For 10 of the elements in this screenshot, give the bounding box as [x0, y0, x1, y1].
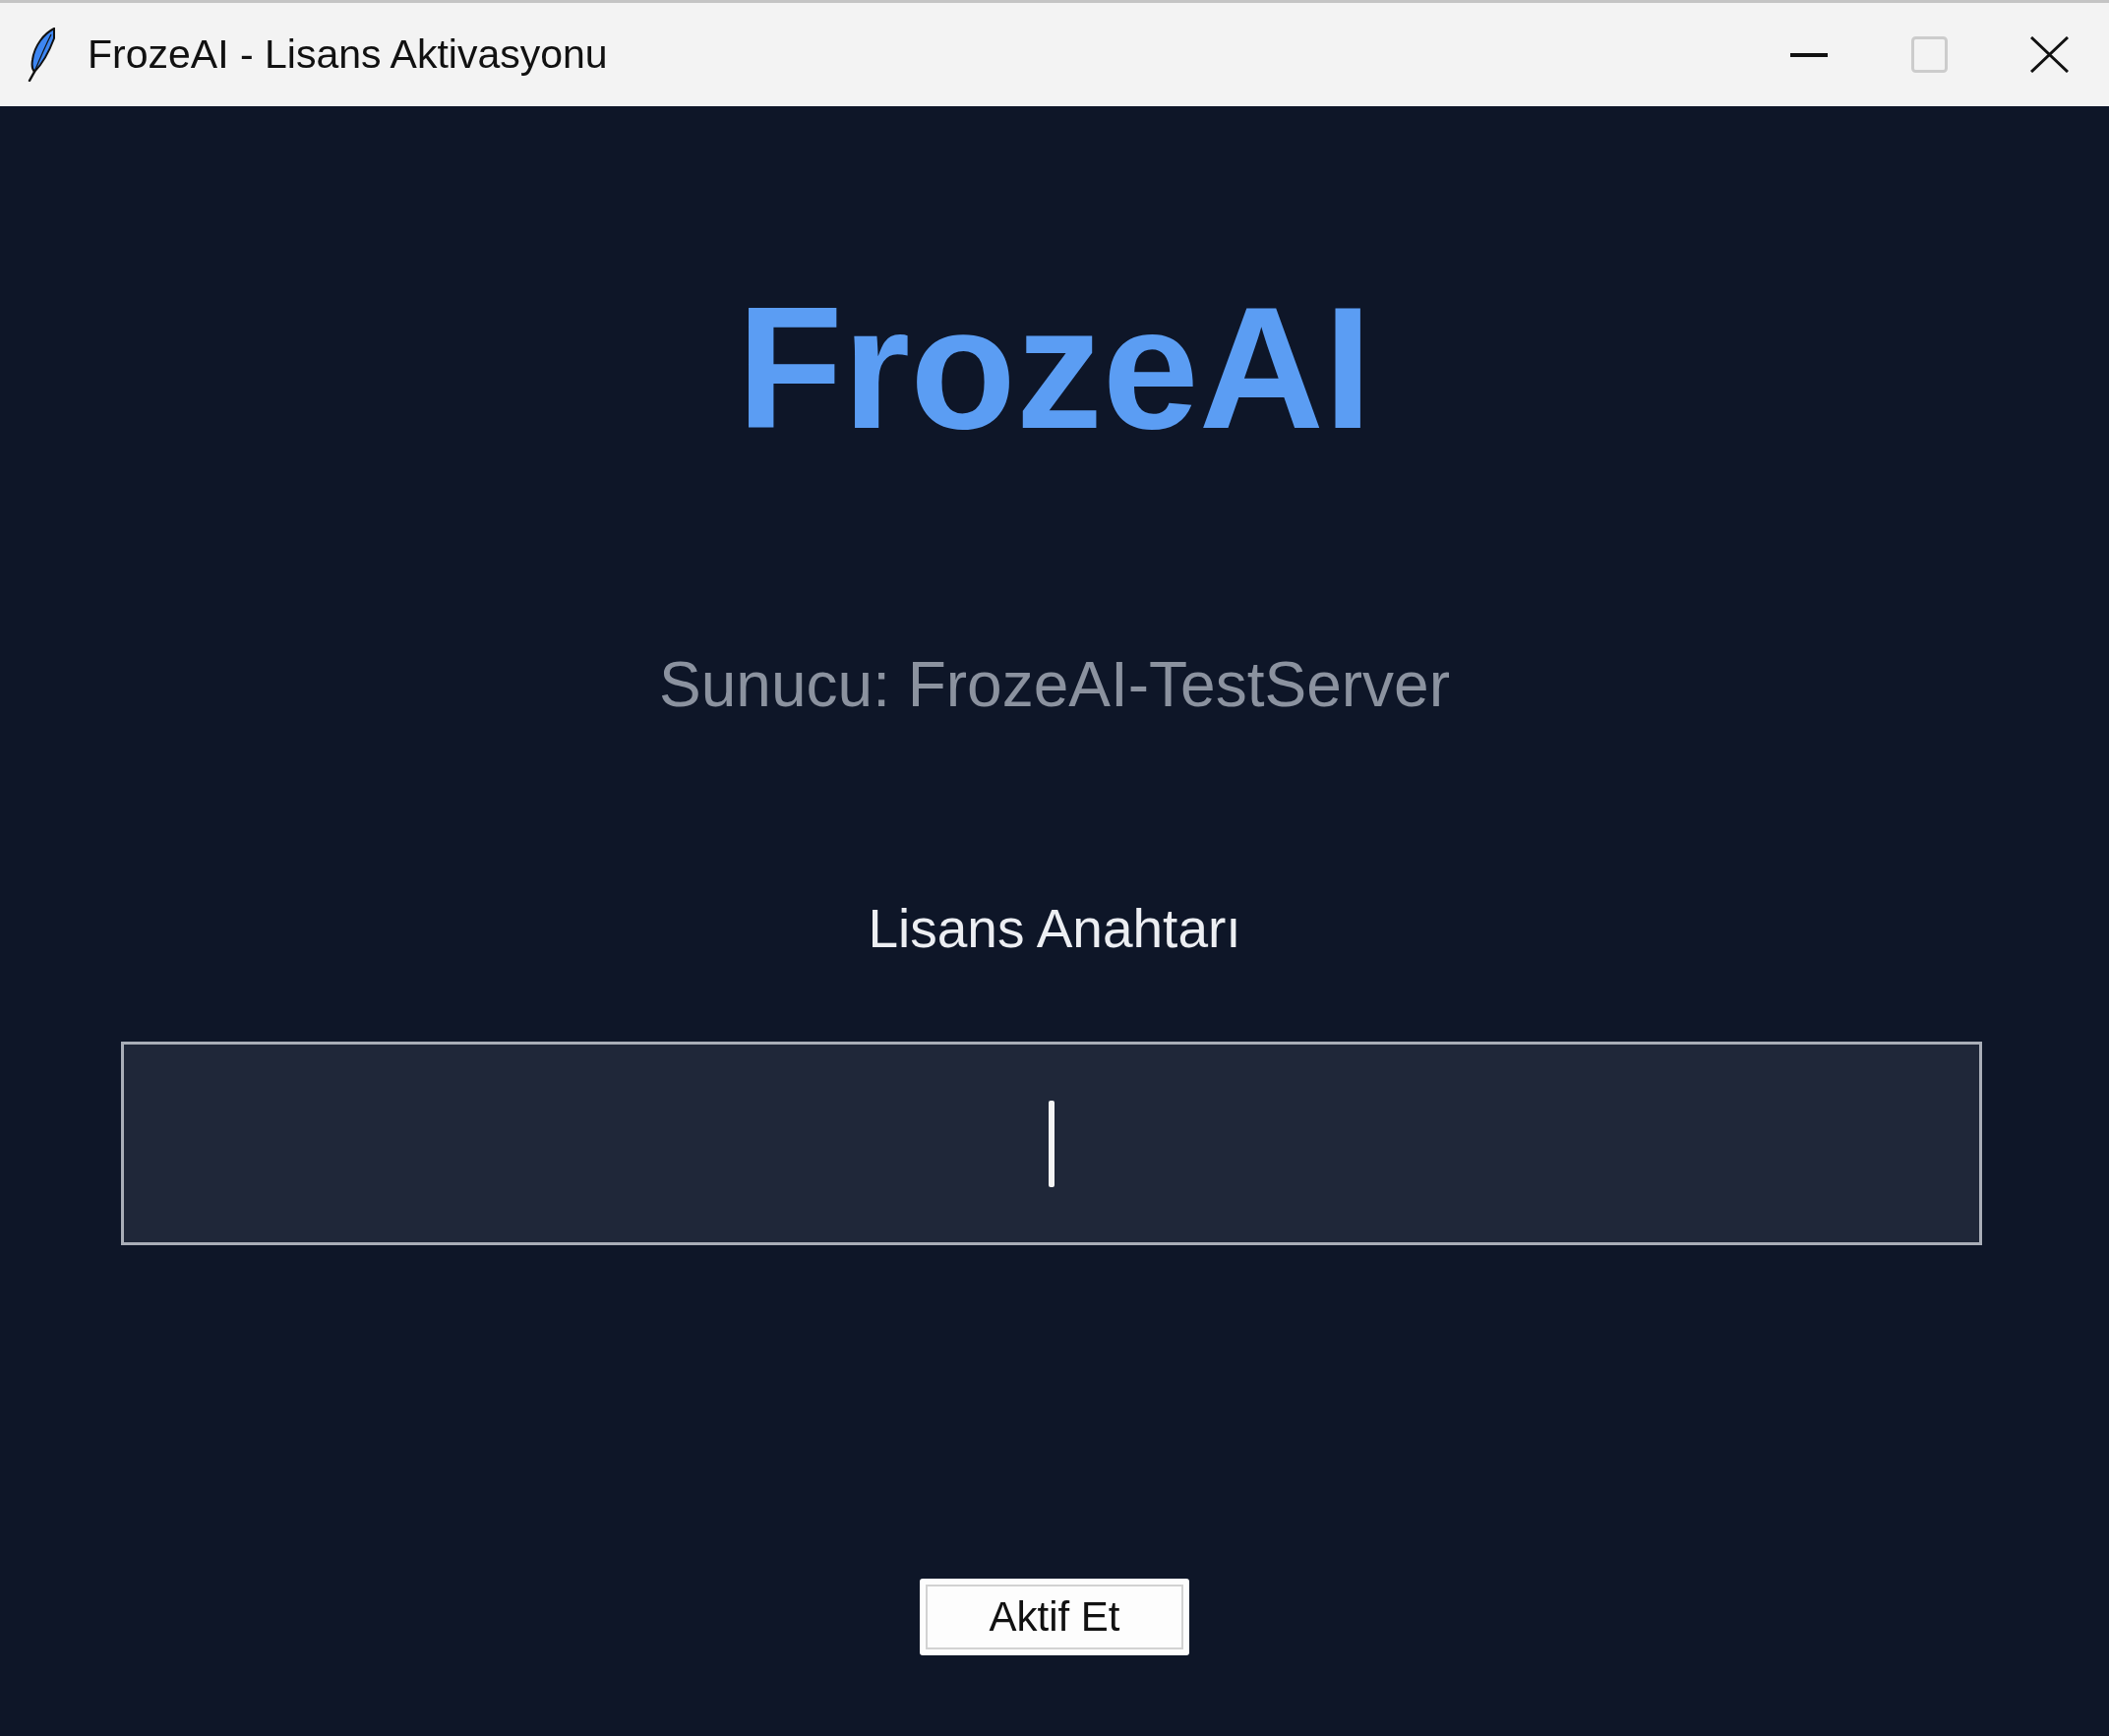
- app-logo-title: FrozeAI: [737, 281, 1372, 454]
- activate-button[interactable]: Aktif Et: [920, 1579, 1189, 1655]
- feather-icon: [28, 28, 56, 82]
- maximize-icon: [1910, 36, 1948, 73]
- license-key-field[interactable]: [121, 1042, 1982, 1245]
- server-label: Sunucu: FrozeAI-TestServer: [659, 653, 1450, 716]
- close-icon: [2029, 36, 2069, 73]
- window-title: FrozeAI - Lisans Aktivasyonu: [88, 31, 608, 78]
- minimize-icon: [1790, 52, 1828, 57]
- field-label: Lisans Anahtarı: [868, 902, 1241, 956]
